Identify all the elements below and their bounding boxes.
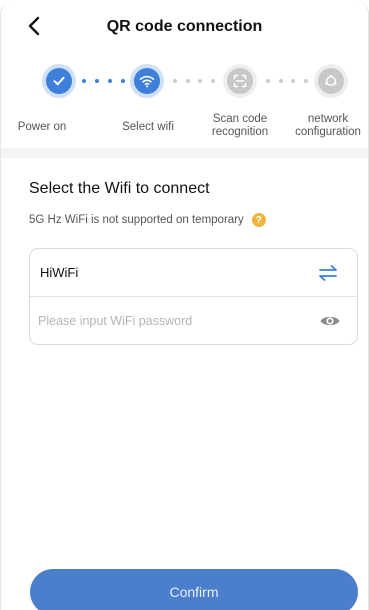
step-network-config [314, 64, 348, 98]
swap-arrows-icon[interactable] [317, 263, 339, 283]
section-title: Select the Wifi to connect [29, 180, 210, 197]
notice-text: 5G Hz WiFi is not supported on temporary [29, 214, 244, 226]
wifi-ssid: HiWiFi [40, 265, 79, 280]
step-label-network-config: network configuration [295, 113, 361, 138]
wifi-form-card: HiWiFi [29, 248, 358, 345]
confirm-button[interactable]: Confirm [30, 569, 358, 610]
step-label-power-on: Power on [17, 121, 67, 133]
wifi-password-row [30, 297, 357, 345]
section-divider [1, 148, 368, 158]
app-screen: QR code connection Power on Select wifi … [0, 0, 369, 610]
step-label-scan-code: Scan code recognition [211, 113, 269, 138]
step-scan-code [223, 64, 257, 98]
step-label-select-wifi: Select wifi [122, 121, 174, 133]
step-select-wifi [130, 64, 164, 98]
wifi-ssid-row[interactable]: HiWiFi [30, 249, 357, 297]
step-power-on [42, 64, 76, 98]
question-icon[interactable]: ? [251, 213, 266, 227]
scan-icon [233, 74, 247, 88]
eye-icon[interactable] [319, 311, 341, 331]
check-icon [53, 76, 65, 86]
page-title: QR code connection [106, 18, 263, 35]
header-bar: QR code connection [1, 0, 368, 50]
progress-stepper: Power on Select wifi Scan code recogniti… [1, 58, 368, 154]
wifi-password-input[interactable] [38, 309, 298, 333]
step-connector-2 [173, 79, 215, 83]
step-connector-3 [266, 79, 308, 83]
notice-row: 5G Hz WiFi is not supported on temporary… [29, 213, 266, 227]
step-connector-1 [82, 79, 125, 83]
wifi-icon [139, 75, 155, 88]
network-icon [325, 74, 337, 87]
